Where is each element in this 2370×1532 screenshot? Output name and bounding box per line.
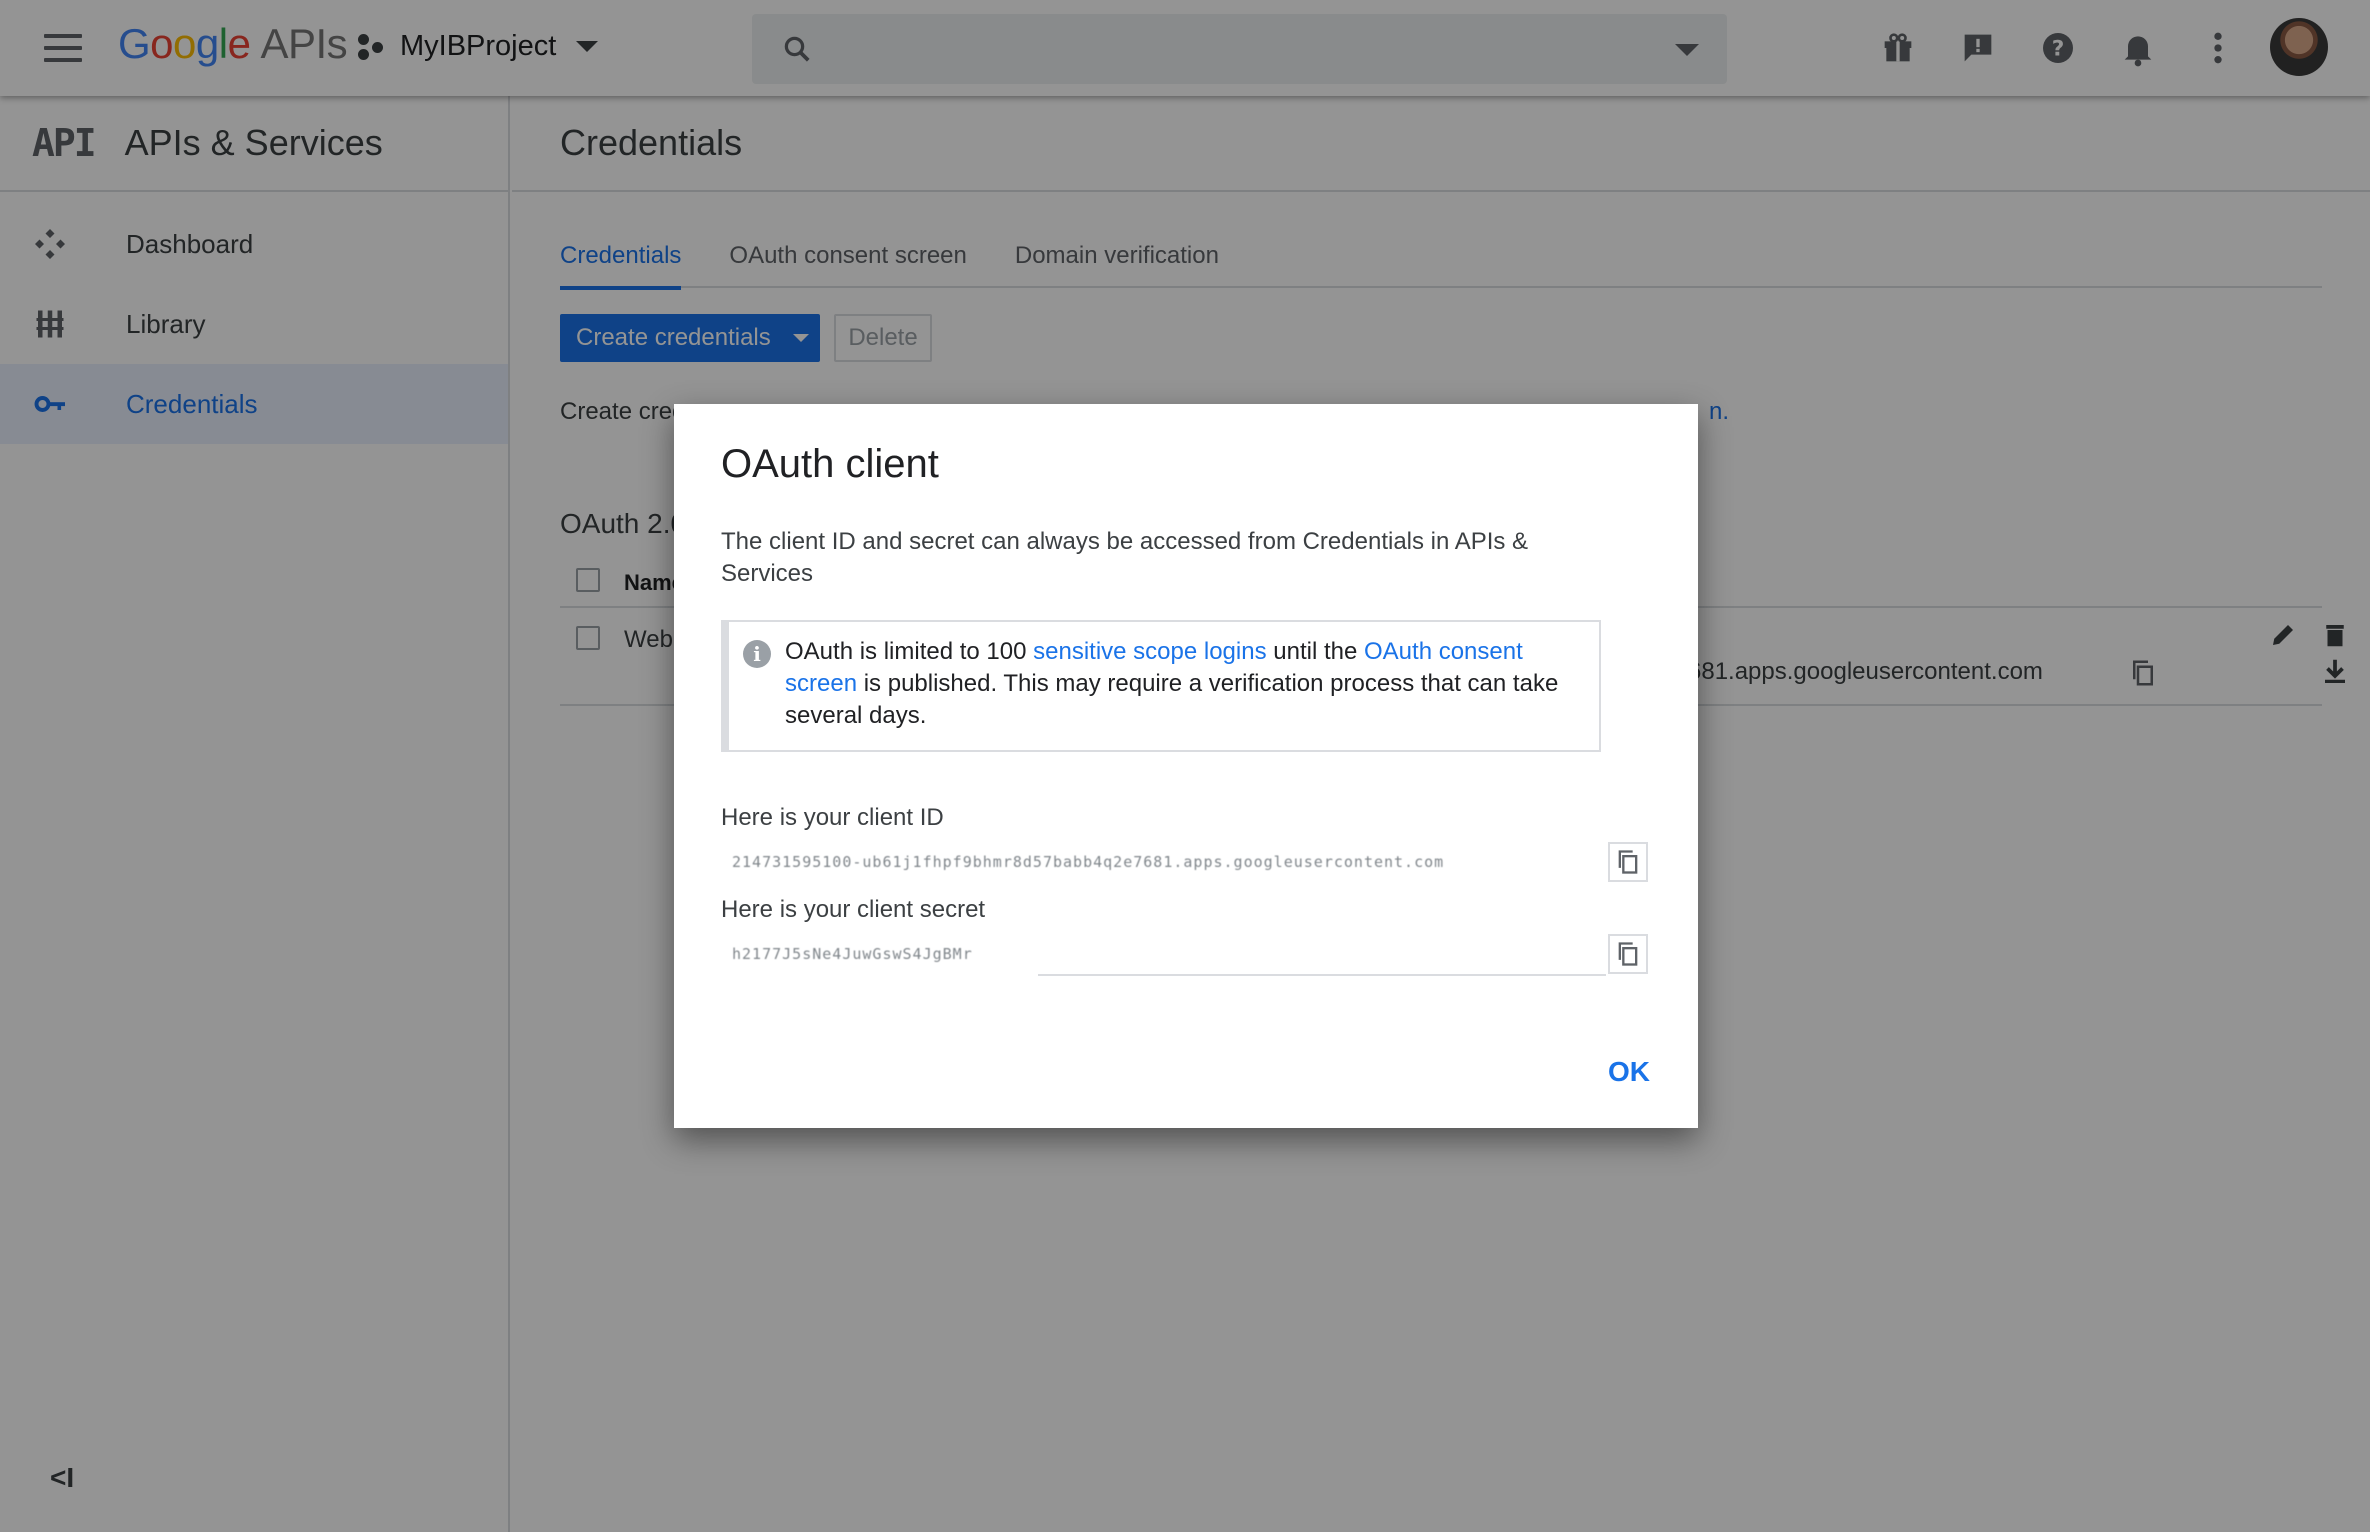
oauth-limit-notice: i OAuth is limited to 100 sensitive scop… bbox=[721, 620, 1601, 752]
client-id-value[interactable]: 214731595100-ub61j1fhpf9bhmr8d57babb4q2e… bbox=[732, 842, 1592, 882]
oauth-client-dialog: OAuth client The client ID and secret ca… bbox=[674, 404, 1698, 1128]
copy-icon bbox=[1618, 942, 1638, 966]
info-icon: i bbox=[743, 640, 771, 668]
ok-button[interactable]: OK bbox=[1604, 1050, 1654, 1094]
copy-icon bbox=[1618, 850, 1638, 874]
client-id-label: Here is your client ID bbox=[721, 804, 944, 831]
client-secret-field[interactable] bbox=[1038, 932, 1606, 976]
sensitive-scope-logins-link[interactable]: sensitive scope logins bbox=[1033, 638, 1266, 665]
dialog-description: The client ID and secret can always be a… bbox=[721, 528, 1529, 587]
copy-client-id-button[interactable] bbox=[1608, 842, 1648, 882]
dialog-title: OAuth client bbox=[721, 442, 939, 486]
notice-text: OAuth is limited to 100 sensitive scope … bbox=[785, 638, 1559, 729]
client-secret-label: Here is your client secret bbox=[721, 896, 986, 923]
copy-client-secret-button[interactable] bbox=[1608, 934, 1648, 974]
client-secret-value[interactable]: h2177J5sNe4JuwGswS4JgBMr bbox=[732, 934, 1032, 974]
